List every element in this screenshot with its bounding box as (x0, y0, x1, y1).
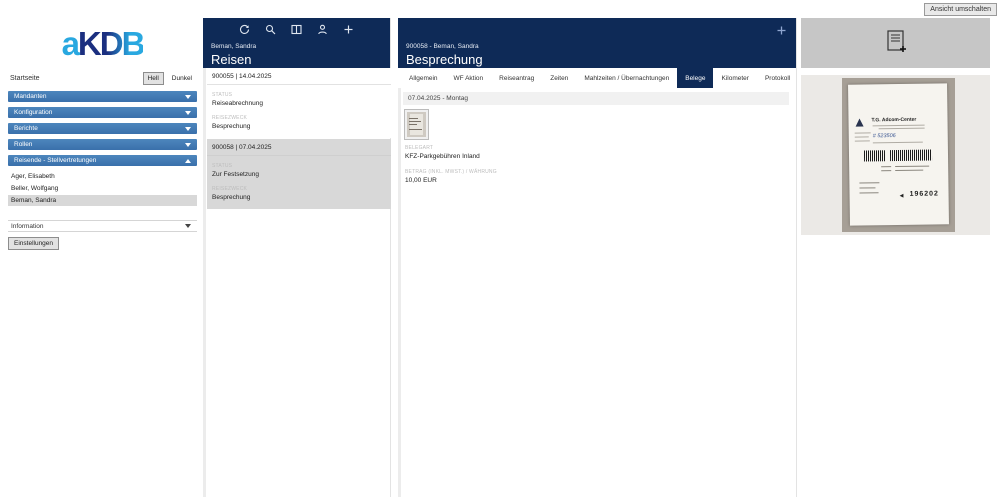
sidebar: aKDB Startseite Hell Dunkel Mandanten Ko… (8, 18, 197, 250)
trip-purpose-value: Besprechung (212, 194, 386, 201)
receipt-image-preview[interactable]: T.G. Adcom-Center # 523506 ◀ 196202 (801, 75, 990, 235)
receipt-arrow-mark: ◀ (900, 193, 904, 199)
receipt-type-label: BELEGART (405, 145, 796, 151)
sidebar-item-startseite[interactable]: Startseite (10, 75, 40, 82)
receipt-vendor-logo (855, 118, 863, 126)
add-icon[interactable] (776, 25, 787, 36)
sidebar-item-berichte[interactable]: Berichte (8, 123, 197, 134)
receipt-ticket-number: 196202 (910, 190, 939, 197)
receipt-barcode-right (890, 150, 932, 162)
logo-letter-a: a (62, 25, 78, 62)
theme-light-button[interactable]: Hell (143, 72, 164, 85)
receipt-handwritten-number: # 523506 (873, 133, 896, 139)
detail-panel-subtitle: 900058 - Beman, Sandra (406, 43, 479, 50)
chevron-down-icon (185, 111, 191, 115)
trip-card-header: 900058 | 07.04.2025 (207, 139, 391, 156)
traveler-item-beman[interactable]: Beman, Sandra (8, 195, 197, 206)
receipt-vendor-name: T.G. Adcom-Center (871, 117, 916, 124)
traveler-item-ager[interactable]: Ager, Elisabeth (8, 171, 197, 182)
columns-icon[interactable] (291, 24, 302, 35)
detail-panel: 900058 - Beman, Sandra Besprechung Allge… (398, 18, 797, 497)
chevron-down-icon (185, 127, 191, 131)
tab-wf-aktion[interactable]: WF Aktion (446, 68, 492, 88)
receipt-photo: T.G. Adcom-Center # 523506 ◀ 196202 (842, 78, 955, 232)
sidebar-item-reisende-stellvertretungen[interactable]: Reisende - Stellvertretungen (8, 155, 197, 166)
logo-letters-kdb: KDB (78, 25, 144, 62)
sidebar-item-information[interactable]: Information (8, 220, 197, 232)
traveler-item-beller[interactable]: Beller, Wolfgang (8, 183, 197, 194)
trip-purpose-label: REISEZWECK (212, 115, 386, 121)
detail-panel-header: 900058 - Beman, Sandra Besprechung (398, 18, 796, 68)
trip-status-value: Reiseabrechnung (212, 100, 386, 107)
receipt-type-value: KFZ-Parkgebühren Inland (405, 153, 796, 160)
trips-panel-user: Beman, Sandra (211, 43, 256, 50)
refresh-icon[interactable] (239, 24, 250, 35)
detail-tabs: Allgemein WF Aktion Reiseantrag Zeiten M… (401, 68, 796, 88)
chevron-down-icon (185, 143, 191, 147)
preview-panel: T.G. Adcom-Center # 523506 ◀ 196202 (801, 18, 990, 235)
receipt-barcode-left (864, 150, 885, 161)
receipt-date-header: 07.04.2025 - Montag (403, 92, 789, 105)
trips-scrollbar[interactable] (203, 68, 206, 497)
sidebar-item-mandanten[interactable]: Mandanten (8, 91, 197, 102)
akdb-logo: aKDB (8, 18, 197, 68)
trips-panel: Beman, Sandra Reisen 900055 | 14.04.2025… (203, 18, 391, 497)
detail-scrollbar[interactable] (398, 88, 401, 497)
receipt-thumbnail[interactable] (405, 110, 428, 139)
theme-switch: Hell Dunkel (143, 72, 197, 85)
theme-dark-button[interactable]: Dunkel (167, 72, 197, 85)
chevron-down-icon (185, 95, 191, 99)
receipt-entry[interactable]: BELEGART KFZ-Parkgebühren Inland BETRAG … (405, 110, 796, 184)
receipt-amount-label: BETRAG (INKL. MWST.) / WÄHRUNG (405, 169, 796, 175)
chevron-down-icon (185, 224, 191, 228)
trip-card-header: 900055 | 14.04.2025 (207, 68, 391, 85)
plus-icon[interactable] (343, 24, 354, 35)
tab-protokoll[interactable]: Protokoll (757, 68, 798, 88)
tab-zeiten[interactable]: Zeiten (542, 68, 576, 88)
receipt-amount-value: 10,00 EUR (405, 177, 796, 184)
tab-kilometer[interactable]: Kilometer (713, 68, 756, 88)
home-row: Startseite Hell Dunkel (8, 72, 197, 85)
settings-button[interactable]: Einstellungen (8, 237, 59, 250)
tab-reiseantrag[interactable]: Reiseantrag (491, 68, 542, 88)
document-add-icon (883, 29, 909, 57)
sidebar-item-konfiguration[interactable]: Konfiguration (8, 107, 197, 118)
traveler-list: Ager, Elisabeth Beller, Wolfgang Beman, … (8, 171, 197, 206)
toggle-view-button[interactable]: Ansicht umschalten (924, 3, 997, 16)
trip-status-label: STATUS (212, 163, 386, 169)
trip-purpose-label: REISEZWECK (212, 186, 386, 192)
trips-toolbar (203, 24, 390, 35)
add-receipt-dropzone[interactable] (801, 18, 990, 68)
chevron-up-icon (185, 159, 191, 163)
trip-purpose-value: Besprechung (212, 123, 386, 130)
trips-panel-title: Reisen (211, 52, 251, 67)
person-icon[interactable] (317, 24, 328, 35)
detail-panel-title: Besprechung (406, 52, 483, 67)
search-icon[interactable] (265, 24, 276, 35)
tab-allgemein[interactable]: Allgemein (401, 68, 446, 88)
trip-status-value: Zur Festsetzung (212, 171, 386, 178)
tab-mahlzeiten-uebernachtungen[interactable]: Mahlzeiten / Übernachtungen (576, 68, 677, 88)
trip-status-label: STATUS (212, 92, 386, 98)
trip-card-900058[interactable]: 900058 | 07.04.2025 STATUS Zur Festsetzu… (207, 139, 391, 209)
tab-belege[interactable]: Belege (677, 68, 713, 88)
sidebar-item-rollen[interactable]: Rollen (8, 139, 197, 150)
trip-card-900055[interactable]: 900055 | 14.04.2025 STATUS Reiseabrechnu… (207, 68, 391, 138)
trips-panel-header: Beman, Sandra Reisen (203, 18, 390, 68)
